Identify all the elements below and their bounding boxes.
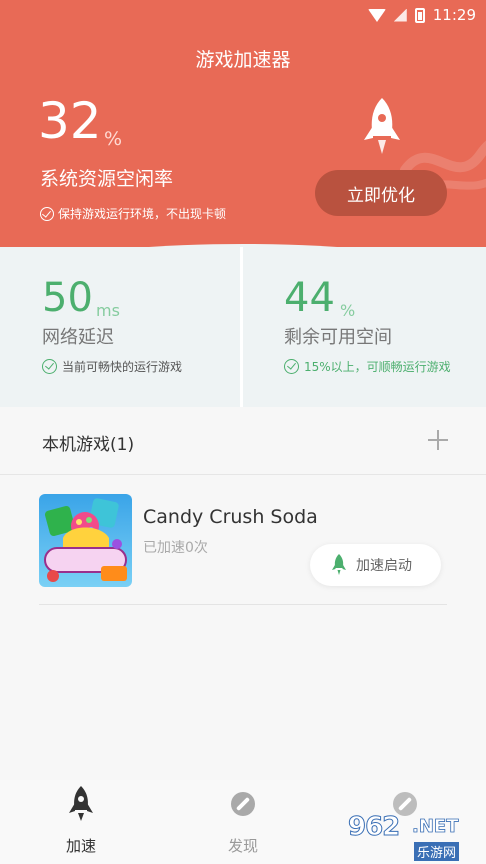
section-title: 本机游戏(1) [42, 435, 135, 455]
nav-item-boost[interactable]: 加速 [0, 780, 162, 864]
boost-launch-label: 加速启动 [356, 558, 412, 574]
resource-percent-unit: % [104, 128, 123, 150]
latency-hint: 当前可畅快的运行游戏 [42, 358, 182, 375]
latency-label: 网络延迟 [42, 327, 114, 348]
header-panel: 游戏加速器 32 % 系统资源空闲率 保持游戏运行环境，不出现卡顿 立即优化 [0, 0, 486, 262]
optimize-button[interactable]: 立即优化 [315, 170, 447, 216]
rocket-icon [332, 554, 346, 575]
latency-value: 50 [42, 275, 93, 321]
latency-hint-text: 当前可畅快的运行游戏 [62, 360, 183, 374]
status-bar: 11:29 [0, 0, 486, 30]
game-boost-count: 已加速0次 [143, 540, 208, 556]
resource-hint-text: 保持游戏运行环境，不出现卡顿 [58, 207, 227, 221]
space-value: 44 [284, 275, 335, 321]
check-circle-icon [42, 359, 57, 374]
space-hint-text: 15%以上，可顺畅运行游戏 [304, 360, 451, 374]
metrics-panel: 50 ms 网络延迟 当前可畅快的运行游戏 44 % 剩余可用空间 15%以上，… [0, 247, 486, 407]
profile-icon [393, 792, 417, 816]
add-game-icon[interactable] [428, 430, 448, 450]
nav-label-boost: 加速 [65, 837, 96, 855]
status-time: 11:29 [432, 6, 476, 24]
rocket-icon [67, 784, 95, 824]
battery-icon [414, 7, 425, 23]
resource-label: 系统资源空闲率 [40, 168, 174, 190]
space-label: 剩余可用空间 [284, 327, 392, 348]
nav-label-discover: 发现 [227, 837, 258, 855]
space-hint: 15%以上，可顺畅运行游戏 [284, 358, 451, 375]
boost-launch-button[interactable]: 加速启动 [310, 544, 441, 586]
check-circle-icon [40, 206, 54, 221]
divider [39, 604, 447, 605]
game-name: Candy Crush Soda [143, 506, 318, 528]
page-title: 游戏加速器 [195, 49, 291, 71]
resource-hint: 保持游戏运行环境，不出现卡顿 [40, 205, 226, 222]
nav-item-mine[interactable] [324, 780, 486, 864]
nav-item-discover[interactable]: 发现 [162, 780, 324, 864]
wifi-icon [367, 8, 386, 22]
rocket-icon [364, 98, 400, 154]
compass-icon [231, 792, 255, 816]
local-games-header: 本机游戏(1) [0, 407, 486, 475]
bottom-nav: 加速 发现 [0, 780, 486, 864]
space-unit: % [340, 301, 356, 320]
resource-percent-value: 32 [38, 92, 102, 150]
list-item[interactable]: Candy Crush Soda 已加速0次 加速启动 [0, 476, 486, 606]
latency-metric: 50 ms 网络延迟 当前可畅快的运行游戏 [0, 247, 243, 407]
latency-unit: ms [96, 301, 120, 320]
game-thumbnail [39, 494, 132, 587]
signal-icon [393, 8, 407, 22]
check-circle-icon [284, 359, 299, 374]
space-metric: 44 % 剩余可用空间 15%以上，可顺畅运行游戏 [243, 247, 486, 407]
